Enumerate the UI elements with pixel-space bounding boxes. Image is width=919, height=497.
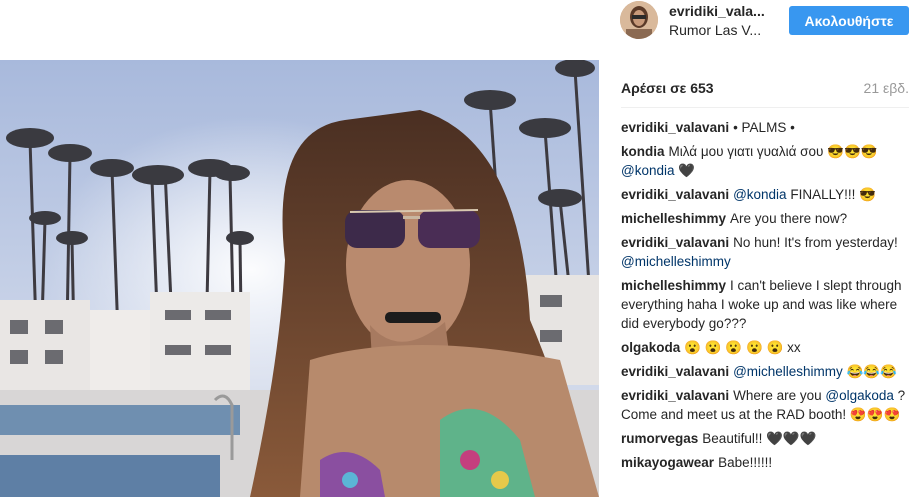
comment-text: • PALMS • [733,120,795,135]
post-stats: Αρέσει σε 653 21 εβδ. [621,80,909,102]
divider [621,107,909,108]
comment-mention[interactable]: @kondia [733,187,787,202]
comment-text: 😮 😮 😮 😮 😮 xx [684,340,801,355]
comment-user[interactable]: evridiki_valavani [621,187,729,202]
comment-item: evridiki_valavani @michelleshimmy 😂😂😂 [621,362,911,381]
comment-item: mikayogawear Babe!!!!!! [621,453,911,472]
comment-item: michelleshimmy I can't believe I slept th… [621,276,911,333]
comment-list: evridiki_valavani • PALMS • kondia Μιλά μο… [621,118,911,477]
comment-user[interactable]: rumorvegas [621,431,698,446]
avatar[interactable] [620,1,658,39]
comment-item: michelleshimmy Are you there now? [621,209,911,228]
comment-item: rumorvegas Beautiful!! 🖤🖤🖤 [621,429,911,448]
comment-user[interactable]: evridiki_valavani [621,364,729,379]
comment-mention[interactable]: @michelleshimmy [733,364,843,379]
comment-user[interactable]: michelleshimmy [621,211,726,226]
likes-count[interactable]: Αρέσει σε 653 [621,80,714,96]
comment-user[interactable]: evridiki_valavani [621,235,729,250]
comment-text: 😂😂😂 [846,364,898,379]
avatar-image [620,1,658,39]
comment-text: Μιλά μου γιατι γυαλιά σου 😎😎😎 [668,144,878,159]
post-photo[interactable] [0,60,599,497]
post-age[interactable]: 21 εβδ. [864,80,909,96]
comment-item: evridiki_valavani No hun! It's from yeste… [621,233,911,271]
follow-button[interactable]: Ακολουθήστε [789,6,909,35]
post-sidebar: evridiki_vala... Rumor Las V... Ακολουθή… [599,0,919,497]
comment-text: FINALLY!!! 😎 [790,187,876,202]
comment-text: Babe!!!!!! [718,455,773,470]
post-username[interactable]: evridiki_vala... [669,3,765,19]
comment-user[interactable]: olgakoda [621,340,680,355]
comment-user[interactable]: kondia [621,144,665,159]
comment-text: No hun! It's from yesterday! [733,235,898,250]
comment-mention[interactable]: @olgakoda [825,388,894,403]
comment-text: Where are you [733,388,822,403]
comment-item: kondia Μιλά μου γιατι γυαλιά σου 😎😎😎 @kon… [621,142,911,180]
comment-item: olgakoda 😮 😮 😮 😮 😮 xx [621,338,911,357]
comment-user[interactable]: evridiki_valavani [621,120,729,135]
comment-mention[interactable]: @michelleshimmy [621,254,731,269]
comment-text: Beautiful!! 🖤🖤🖤 [702,431,817,446]
comment-user[interactable]: evridiki_valavani [621,388,729,403]
comment-text: Are you there now? [730,211,848,226]
comment-user[interactable]: mikayogawear [621,455,714,470]
comment-item: evridiki_valavani • PALMS • [621,118,911,137]
comment-mention[interactable]: @kondia 🖤 [621,163,695,178]
photo-image [0,60,599,497]
post-location[interactable]: Rumor Las V... [669,22,761,38]
post-header: evridiki_vala... Rumor Las V... Ακολουθή… [599,0,919,60]
comment-item: evridiki_valavani Where are you @olgakoda… [621,386,911,424]
comment-item: evridiki_valavani @kondia FINALLY!!! 😎 [621,185,911,204]
comment-user[interactable]: michelleshimmy [621,278,726,293]
